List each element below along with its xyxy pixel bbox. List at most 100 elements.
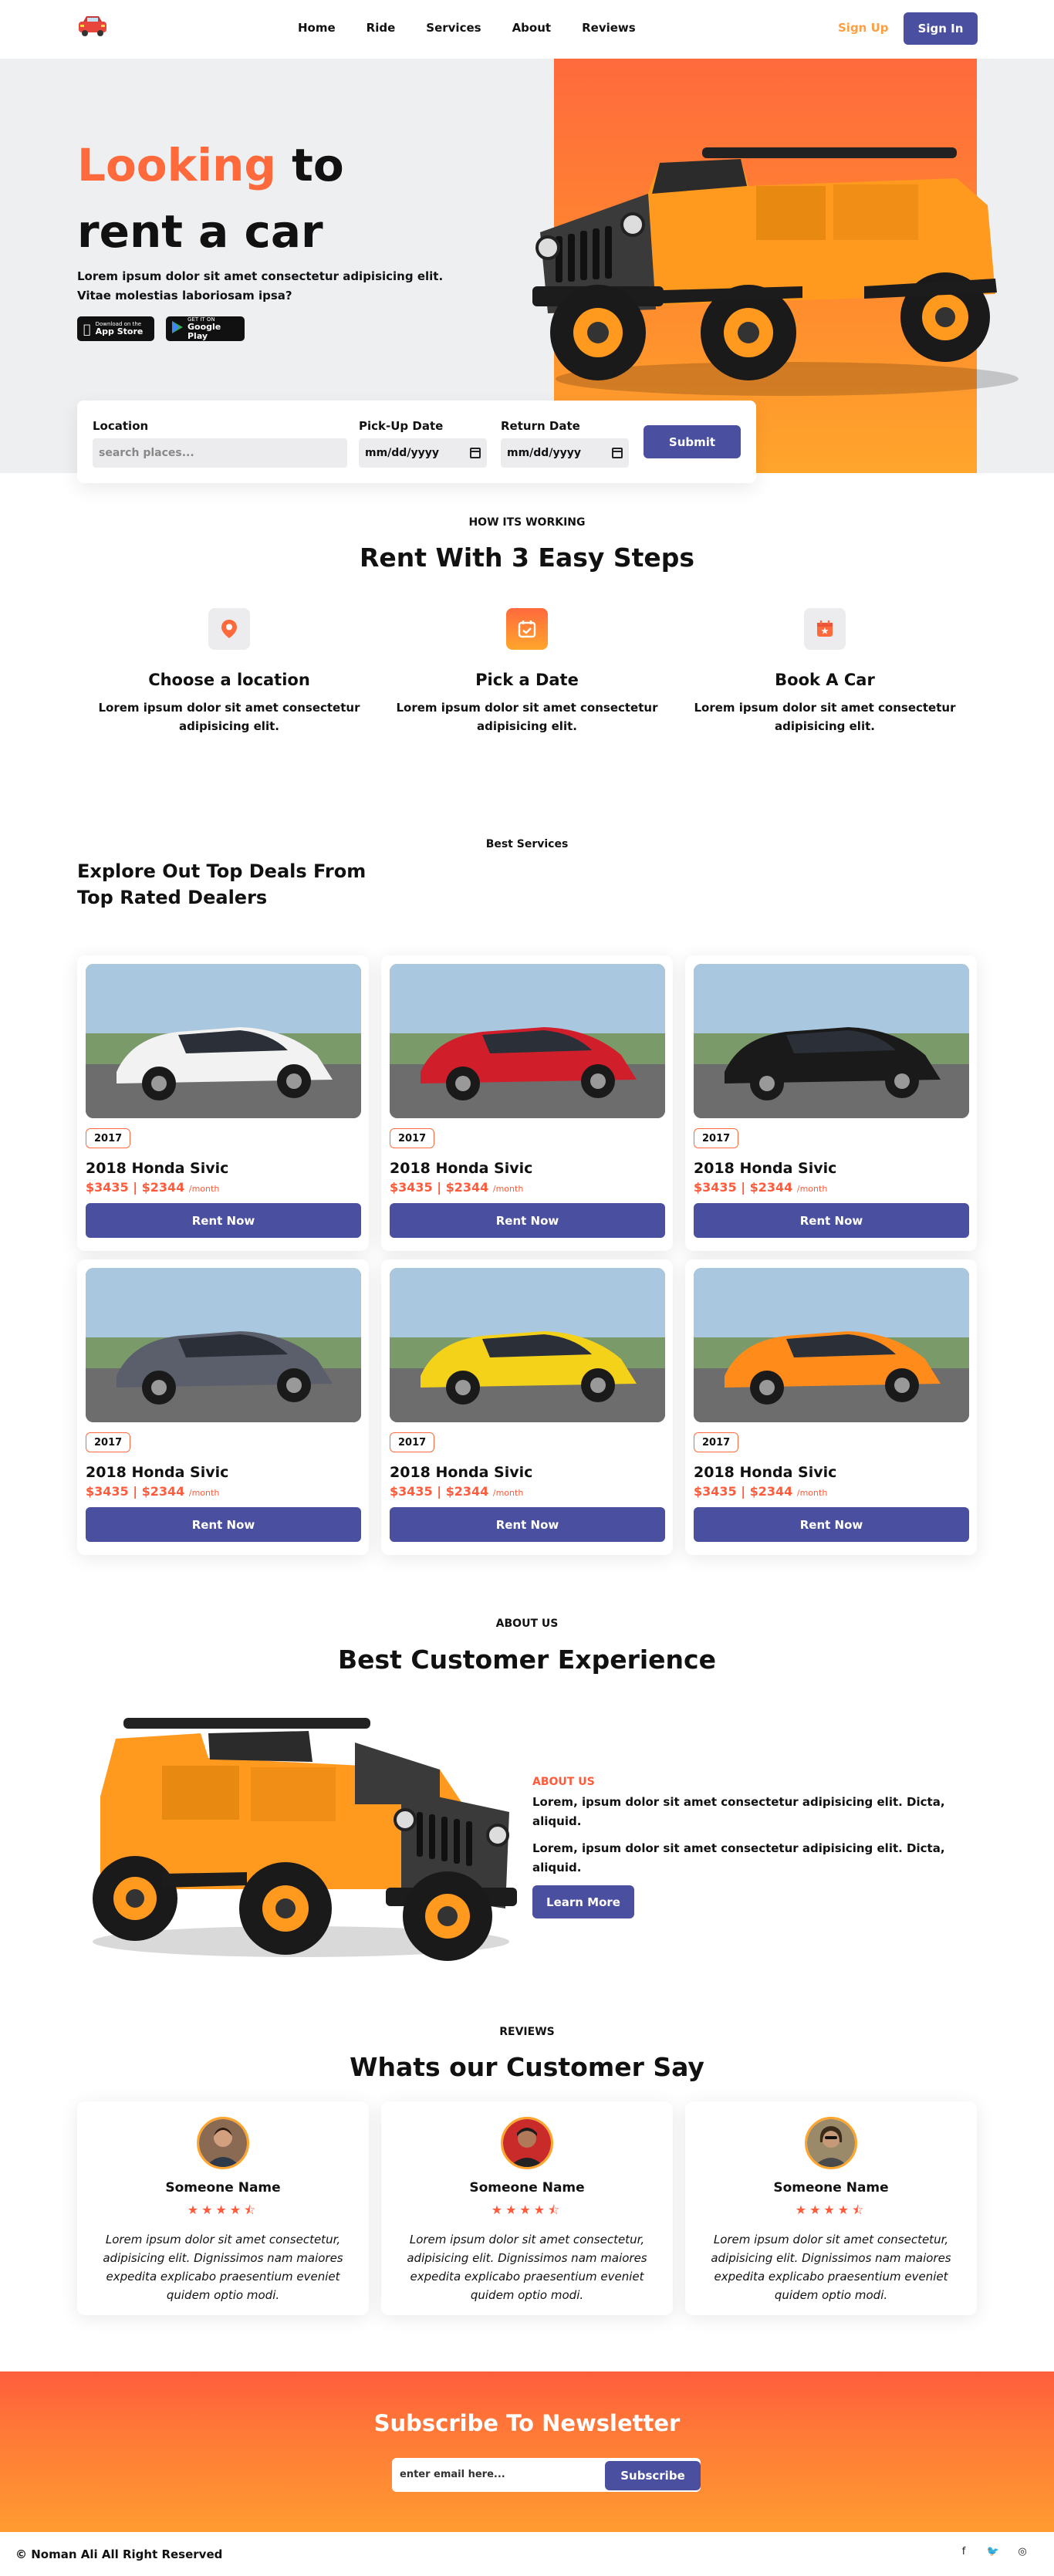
star-rating: ★★★★⯪ [491, 2202, 563, 2217]
reviews-section: REVIEWS Whats our Customer Say Someone N… [0, 1986, 1054, 2371]
star-rating: ★★★★⯪ [187, 2202, 259, 2217]
newsletter-form: enter email here... Subscribe [392, 2458, 701, 2492]
sign-in-button[interactable]: Sign In [904, 12, 978, 45]
car-price-unit: /month [796, 1488, 828, 1498]
car-name: 2018 Honda Sivic [694, 1464, 837, 1481]
hero-title-rest: to [275, 139, 344, 191]
car-price-unit: /month [492, 1488, 524, 1498]
newsletter-title: Subscribe To Newsletter [373, 2410, 681, 2436]
review-text: Lorem ipsum dolor sit amet consectetur, … [103, 2233, 343, 2302]
subscribe-button[interactable]: Subscribe [605, 2461, 701, 2490]
apple-icon:  [83, 322, 91, 336]
about-title: Best Customer Experience [337, 1645, 716, 1675]
car-price-value: $3435 | $2344 [390, 1484, 489, 1499]
car-price: $3435 | $2344 /month [694, 1180, 827, 1195]
search-card: Location search places... Pick-Up Date m… [77, 401, 756, 483]
rent-now-button[interactable]: Rent Now [390, 1507, 665, 1542]
about-tag: ABOUT US [495, 1618, 559, 1630]
deals-tag: Best Services [485, 838, 569, 850]
nav-link-about[interactable]: About [512, 21, 552, 35]
social-links: f 🐦 ◎ [957, 2546, 1029, 2557]
deals-title: Explore Out Top Deals From Top Rated Dea… [77, 860, 367, 908]
return-date-value: mm/dd/yyyy [507, 447, 581, 459]
step-title: Choose a location [148, 671, 310, 689]
car-price-value: $3435 | $2344 [390, 1180, 489, 1195]
car-name: 2018 Honda Sivic [694, 1160, 837, 1177]
car-name: 2018 Honda Sivic [390, 1160, 533, 1177]
car-card: 2017 2018 Honda Sivic $3435 | $2344 /month… [381, 1259, 673, 1555]
review-card: Someone Name ★★★★⯪ Lorem ipsum dolor sit… [685, 2101, 977, 2315]
calendar-icon[interactable] [470, 448, 481, 458]
nav-link-home[interactable]: Home [298, 21, 336, 35]
submit-button[interactable]: Submit [644, 425, 741, 458]
newsletter-section: Subscribe To Newsletter enter email here… [0, 2371, 1054, 2532]
reviews-title: Whats our Customer Say [350, 2052, 704, 2082]
review-text: Lorem ipsum dolor sit amet consectetur, … [407, 2233, 647, 2302]
car-price-value: $3435 | $2344 [694, 1180, 793, 1195]
about-section: ABOUT US Best Customer Experience ABOUT … [0, 1577, 1054, 1986]
car-card: 2017 2018 Honda Sivic $3435 | $2344 /month… [77, 1259, 369, 1555]
rent-now-button[interactable]: Rent Now [390, 1203, 665, 1238]
nav-link-ride[interactable]: Ride [367, 21, 396, 35]
email-input[interactable]: enter email here... [400, 2469, 505, 2480]
instagram-icon[interactable]: ◎ [1015, 2546, 1029, 2557]
location-label: Location [93, 419, 149, 433]
car-year-badge: 2017 [86, 1432, 131, 1452]
car-card: 2017 2018 Honda Sivic $3435 | $2344 /month… [685, 955, 977, 1251]
hero-section: Looking to rent a car Lorem ipsum dolor … [0, 59, 1054, 483]
about-jeep-image [93, 1718, 517, 1961]
app-store-big-text: App Store [88, 326, 144, 336]
car-image [694, 964, 969, 1118]
learn-more-button[interactable]: Learn More [532, 1885, 634, 1918]
play-icon [172, 321, 183, 336]
avatar [501, 2117, 553, 2169]
main-menu: Home Ride Services About Reviews [298, 21, 667, 35]
review-card: Someone Name ★★★★⯪ Lorem ipsum dolor sit… [77, 2101, 369, 2315]
car-year-badge: 2017 [86, 1128, 131, 1148]
pickup-date-input[interactable]: mm/dd/yyyy [359, 438, 487, 468]
car-card: 2017 2018 Honda Sivic $3435 | $2344 /month… [381, 955, 673, 1251]
about-sub-tag: ABOUT US [532, 1776, 595, 1788]
footer: © Noman Ali All Right Reserved f 🐦 ◎ [0, 2532, 1054, 2576]
map-pin-icon [208, 608, 250, 650]
car-image [694, 1268, 969, 1422]
car-card: 2017 2018 Honda Sivic $3435 | $2344 /month… [685, 1259, 977, 1555]
step-description: Lorem ipsum dolor sit amet consectetur a… [396, 701, 658, 733]
sign-up-link[interactable]: Sign Up [838, 21, 889, 35]
app-store-badge[interactable]:  Download on theApp Store [77, 316, 154, 341]
hero-title-accent: Looking [77, 139, 276, 191]
navbar: Home Ride Services About Reviews Sign Up… [77, 0, 978, 59]
car-price: $3435 | $2344 /month [86, 1484, 219, 1499]
car-price-unit: /month [492, 1184, 524, 1194]
car-name: 2018 Honda Sivic [86, 1464, 229, 1481]
steps-section: HOW ITS WORKING Rent With 3 Easy Steps C… [77, 473, 977, 805]
steps-title: Rent With 3 Easy Steps [359, 543, 695, 573]
rent-now-button[interactable]: Rent Now [86, 1203, 361, 1238]
car-image [86, 964, 361, 1118]
step-title: Book A Car [775, 671, 875, 689]
step-description: Lorem ipsum dolor sit amet consectetur a… [98, 701, 360, 733]
google-play-big-text: Google Play [187, 322, 221, 341]
reviewer-name: Someone Name [773, 2180, 889, 2196]
google-play-badge[interactable]: GET IT ON Google Play [166, 316, 245, 341]
return-date-input[interactable]: mm/dd/yyyy [501, 438, 629, 468]
calendar-icon[interactable] [612, 448, 623, 458]
car-image [390, 1268, 665, 1422]
rent-now-button[interactable]: Rent Now [694, 1203, 969, 1238]
car-price-value: $3435 | $2344 [694, 1484, 793, 1499]
twitter-icon[interactable]: 🐦 [986, 2546, 1000, 2557]
step-book-car: Book A Car Lorem ipsum dolor sit amet co… [673, 608, 977, 735]
car-price-value: $3435 | $2344 [86, 1484, 185, 1499]
car-price-value: $3435 | $2344 [86, 1180, 185, 1195]
car-price: $3435 | $2344 /month [86, 1180, 219, 1195]
facebook-icon[interactable]: f [957, 2546, 971, 2557]
rent-now-button[interactable]: Rent Now [86, 1507, 361, 1542]
rent-now-button[interactable]: Rent Now [694, 1507, 969, 1542]
location-input[interactable]: search places... [93, 438, 347, 468]
pickup-date-label: Pick-Up Date [359, 419, 444, 433]
nav-link-services[interactable]: Services [426, 21, 481, 35]
logo-car-icon[interactable] [77, 14, 108, 39]
review-text: Lorem ipsum dolor sit amet consectetur, … [711, 2233, 951, 2302]
nav-link-reviews[interactable]: Reviews [582, 21, 636, 35]
hero-description: Lorem ipsum dolor sit amet consectetur a… [77, 269, 444, 303]
